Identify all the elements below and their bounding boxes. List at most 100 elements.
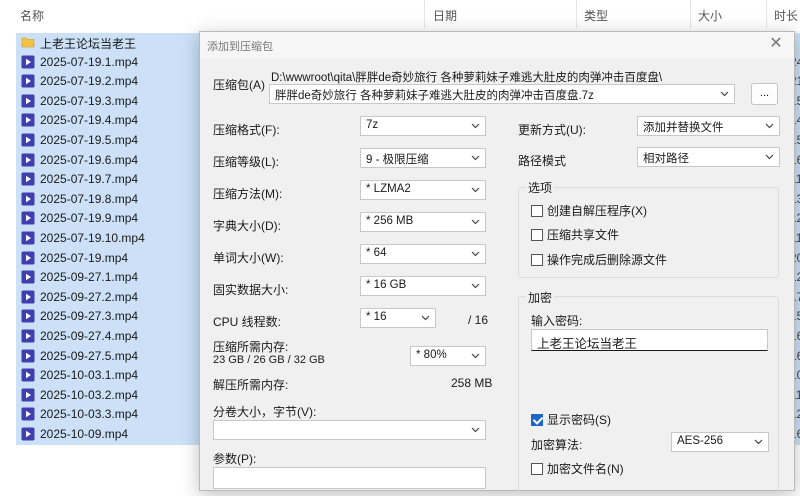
video-file-icon: [21, 133, 35, 147]
column-divider[interactable]: [766, 0, 767, 28]
encryption-title: 加密: [526, 289, 555, 306]
delete-checkbox[interactable]: 操作完成后删除源文件: [531, 251, 667, 268]
file-name: 2025-09-27.1.mp4: [40, 270, 139, 285]
add-to-archive-dialog: 添加到压缩包 ✕ 压缩包(A) D:\wwwroot\qita\胖胖de奇妙旅行…: [199, 31, 795, 496]
archive-name-combo[interactable]: 胖胖de奇妙旅行 各种萝莉妹子难逃大肚皮的肉弹冲击百度盘.7z: [269, 84, 735, 104]
delete-checkbox-box[interactable]: [531, 253, 543, 266]
file-name: 2025-09-27.3.mp4: [40, 309, 139, 324]
file-name: 2025-07-19.2.mp4: [40, 74, 139, 89]
chevron-down-icon: [765, 123, 774, 129]
encrypt-algo-select[interactable]: AES-256: [671, 432, 769, 452]
threads-value: * 16: [366, 311, 387, 323]
column-headers: 名称 日期 类型 大小 时长: [0, 0, 800, 28]
path-mode-select[interactable]: 相对路径: [637, 147, 780, 167]
update-value: 添加并替换文件: [643, 122, 724, 134]
video-file-icon: [21, 55, 35, 69]
video-file-icon: [21, 368, 35, 382]
browse-button[interactable]: ...: [751, 83, 778, 105]
sfx-checkbox-box[interactable]: [531, 204, 543, 217]
password-input[interactable]: 上老王论坛当老王: [531, 329, 768, 351]
method-select[interactable]: * LZMA2: [360, 180, 486, 200]
chevron-down-icon: [471, 155, 480, 161]
shared-label: 压缩共享文件: [547, 228, 620, 242]
chevron-down-icon: [471, 123, 480, 129]
file-name: 2025-09-27.5.mp4: [40, 348, 139, 363]
level-value: 9 - 极限压缩: [366, 154, 429, 166]
chevron-down-icon: [421, 315, 430, 321]
params-label: 参数(P):: [213, 452, 257, 466]
password-value: 上老王论坛当老王: [537, 337, 638, 351]
video-file-icon: [21, 153, 35, 167]
close-icon[interactable]: ✕: [768, 36, 784, 52]
archive-folder-path: D:\wwwroot\qita\胖胖de奇妙旅行 各种萝莉妹子难逃大肚皮的肉弹冲…: [271, 72, 663, 84]
folder-icon: [21, 35, 35, 49]
video-file-icon: [21, 231, 35, 245]
dialog-title: 添加到压缩包: [207, 41, 273, 53]
chevron-down-icon: [471, 427, 480, 433]
video-file-icon: [21, 270, 35, 284]
format-label: 压缩格式(F):: [213, 123, 280, 137]
show-password-checkbox-box[interactable]: [531, 413, 543, 426]
video-file-icon: [21, 94, 35, 108]
mem-compress-value: * 80%: [416, 349, 447, 361]
chevron-down-icon: [720, 91, 729, 97]
mem-decompress-label: 解压所需内存:: [213, 378, 289, 392]
column-divider[interactable]: [576, 0, 577, 28]
file-name: 2025-07-19.6.mp4: [40, 152, 139, 167]
encrypt-names-checkbox-box[interactable]: [531, 462, 543, 475]
sfx-checkbox[interactable]: 创建自解压程序(X): [531, 202, 647, 219]
video-file-icon: [21, 349, 35, 363]
file-name: 2025-07-19.10.mp4: [40, 231, 145, 245]
dict-select[interactable]: * 256 MB: [360, 212, 486, 232]
column-length[interactable]: 时长: [774, 7, 798, 24]
video-file-icon: [21, 407, 35, 421]
file-name: 2025-10-03.2.mp4: [40, 387, 139, 402]
mem-decompress-value: 258 MB: [451, 376, 493, 390]
video-file-icon: [21, 290, 35, 304]
column-divider[interactable]: [424, 0, 425, 28]
show-password-checkbox[interactable]: 显示密码(S): [531, 411, 611, 428]
format-select[interactable]: 7z: [360, 116, 486, 136]
solid-select[interactable]: * 16 GB: [360, 276, 486, 296]
video-file-icon: [21, 113, 35, 127]
mem-compress-select[interactable]: * 80%: [410, 346, 486, 366]
column-divider[interactable]: [690, 0, 691, 28]
level-select[interactable]: 9 - 极限压缩: [360, 148, 486, 168]
column-size[interactable]: 大小: [698, 7, 722, 24]
chevron-down-icon: [471, 219, 480, 225]
column-type[interactable]: 类型: [584, 7, 608, 24]
video-file-icon: [21, 427, 35, 441]
column-date[interactable]: 日期: [433, 7, 457, 24]
params-input[interactable]: [213, 467, 486, 489]
password-label: 输入密码:: [531, 314, 583, 328]
chevron-down-icon: [765, 154, 774, 160]
video-file-icon: [21, 192, 35, 206]
dict-label: 字典大小(D):: [213, 219, 281, 233]
file-name: 2025-10-09.mp4: [40, 427, 129, 441]
chevron-down-icon: [471, 283, 480, 289]
update-select[interactable]: 添加并替换文件: [637, 116, 780, 136]
chevron-down-icon: [754, 439, 763, 445]
dict-value: * 256 MB: [366, 215, 414, 227]
shared-checkbox-box[interactable]: [531, 228, 543, 241]
dialog-titlebar[interactable]: 添加到压缩包 ✕: [200, 32, 794, 58]
video-file-icon: [21, 251, 35, 265]
file-name: 2025-10-03.3.mp4: [40, 407, 139, 422]
word-select[interactable]: * 64: [360, 244, 486, 264]
level-label: 压缩等级(L):: [213, 155, 280, 169]
encrypt-names-checkbox[interactable]: 加密文件名(N): [531, 460, 624, 477]
solid-value: * 16 GB: [366, 279, 407, 291]
shared-checkbox[interactable]: 压缩共享文件: [531, 226, 619, 243]
file-name: 2025-10-03.1.mp4: [40, 368, 139, 383]
column-name[interactable]: 名称: [20, 7, 44, 24]
split-select[interactable]: [213, 420, 486, 440]
threads-select[interactable]: * 16: [360, 308, 436, 328]
file-name: 2025-09-27.2.mp4: [40, 289, 139, 304]
solid-label: 固实数据大小:: [213, 283, 289, 297]
file-name: 2025-07-19.5.mp4: [40, 133, 139, 147]
file-name: 上老王论坛当老王: [40, 37, 137, 51]
path-mode-label: 路径模式: [518, 154, 567, 168]
file-name: 2025-07-19.4.mp4: [40, 113, 139, 128]
chevron-down-icon: [471, 251, 480, 257]
file-name: 2025-09-27.4.mp4: [40, 329, 139, 343]
